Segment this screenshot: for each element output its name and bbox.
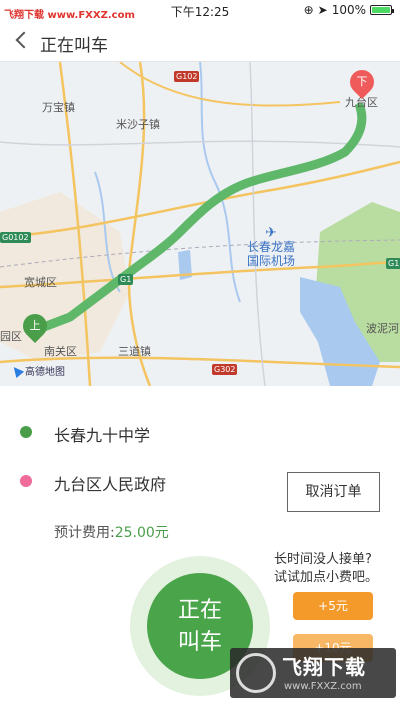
- page-title: 正在叫车: [40, 36, 108, 56]
- airport-label: ✈ 长春龙嘉 国际机场: [247, 226, 295, 268]
- fee-label: 预计费用:: [54, 525, 115, 541]
- road-badge: G1: [386, 258, 400, 269]
- tip-5-button[interactable]: +5元: [293, 592, 373, 620]
- back-arrow-icon[interactable]: [15, 31, 33, 49]
- airport-icon: ✈: [265, 225, 277, 241]
- status-bar: 飞翔下载 www.FXXZ.com 下午12:25 ⊕ ➤ 100%: [0, 0, 400, 22]
- airport-name-line2: 国际机场: [247, 254, 296, 268]
- fee-amount: 25.00元: [114, 525, 169, 541]
- tip-prompt-line2: 试试加点小费吧。: [274, 570, 379, 585]
- watermark-title: 飞翔下载: [282, 655, 366, 679]
- tip-prompt: 长时间没人接单? 试试加点小费吧。: [274, 551, 378, 587]
- airport-name-line1: 长春龙嘉: [247, 240, 296, 254]
- map-label: 万宝镇: [42, 101, 75, 114]
- dropoff-dot-icon: [20, 475, 32, 487]
- watermark-url: www.FXXZ.com: [284, 681, 362, 692]
- map-label: 宽城区: [24, 276, 57, 289]
- map-label: 三道镇: [118, 345, 151, 358]
- nav-bar: 正在叫车: [0, 22, 400, 62]
- pickup-dot-icon: [20, 426, 32, 438]
- map-provider-text: 高德地图: [25, 367, 65, 378]
- map-label: 园区: [0, 330, 22, 343]
- cancel-order-button[interactable]: 取消订单: [287, 472, 380, 512]
- tip-prompt-line1: 长时间没人接单?: [274, 552, 372, 567]
- dropoff-address: 九台区人民政府: [54, 475, 167, 494]
- road-badge: G102: [174, 71, 200, 82]
- battery-percent: 100%: [331, 3, 366, 17]
- location-arrow-icon: ➤: [317, 3, 328, 17]
- pickup-pin-icon: 上: [18, 309, 52, 343]
- road-badge: G1: [118, 274, 134, 285]
- estimated-fee: 预计费用:25.00元: [54, 522, 169, 542]
- watermark-logo: 飞翔下载 www.FXXZ.com: [230, 648, 396, 698]
- calling-text-line1: 正在: [177, 598, 222, 623]
- pickup-address: 长春九十中学: [54, 426, 151, 445]
- road-badge: G0102: [0, 232, 31, 243]
- map-label: 南关区: [44, 345, 77, 358]
- dropoff-pin-icon: 下: [345, 65, 379, 99]
- map-label: 波泥河: [366, 322, 399, 335]
- road-badge: G302: [212, 364, 238, 375]
- lock-rotation-icon: ⊕: [303, 3, 314, 17]
- route-map[interactable]: 万宝镇 米沙子镇 九台区 宽城区 南关区 三道镇 园区 波泥河 ✈ 长春龙嘉 国…: [0, 62, 400, 386]
- status-icons: ⊕ ➤ 100%: [303, 3, 394, 17]
- amap-arrow-icon: [9, 363, 25, 378]
- battery-icon: [370, 5, 394, 15]
- watermark-circle-icon: [236, 653, 276, 693]
- map-provider-logo: 高德地图: [9, 363, 65, 378]
- map-label: 米沙子镇: [116, 118, 160, 131]
